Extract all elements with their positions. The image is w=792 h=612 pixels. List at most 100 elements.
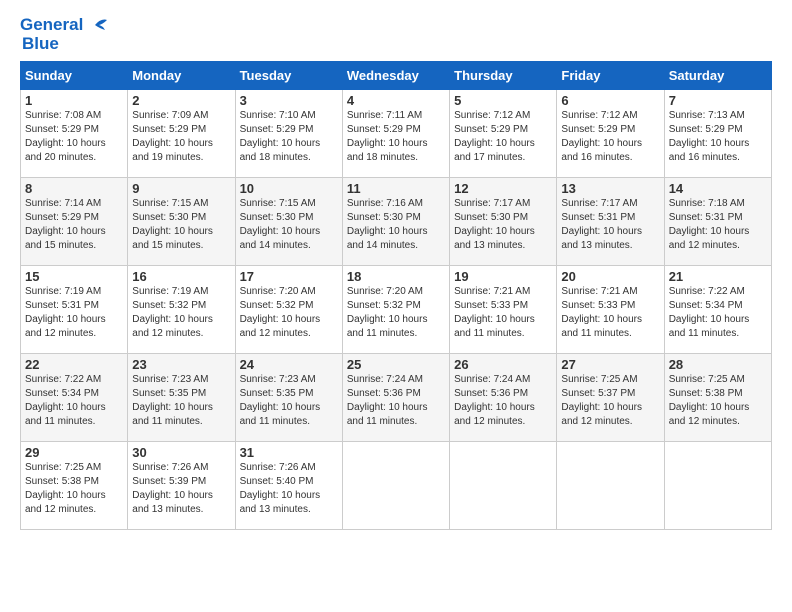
day-info: Sunrise: 7:21 AMSunset: 5:33 PMDaylight:…	[454, 286, 535, 339]
day-number: 16	[132, 269, 230, 284]
day-info: Sunrise: 7:08 AMSunset: 5:29 PMDaylight:…	[25, 110, 106, 163]
calendar-cell	[557, 442, 664, 530]
calendar-cell: 25 Sunrise: 7:24 AMSunset: 5:36 PMDaylig…	[342, 354, 449, 442]
day-info: Sunrise: 7:22 AMSunset: 5:34 PMDaylight:…	[25, 374, 106, 427]
day-info: Sunrise: 7:11 AMSunset: 5:29 PMDaylight:…	[347, 110, 428, 163]
calendar-week-5: 29 Sunrise: 7:25 AMSunset: 5:38 PMDaylig…	[21, 442, 772, 530]
day-number: 2	[132, 93, 230, 108]
day-number: 7	[669, 93, 767, 108]
calendar-cell: 26 Sunrise: 7:24 AMSunset: 5:36 PMDaylig…	[450, 354, 557, 442]
calendar-cell: 14 Sunrise: 7:18 AMSunset: 5:31 PMDaylig…	[664, 178, 771, 266]
day-info: Sunrise: 7:16 AMSunset: 5:30 PMDaylight:…	[347, 198, 428, 251]
col-header-friday: Friday	[557, 62, 664, 90]
day-number: 28	[669, 357, 767, 372]
day-info: Sunrise: 7:24 AMSunset: 5:36 PMDaylight:…	[347, 374, 428, 427]
day-number: 27	[561, 357, 659, 372]
calendar-cell: 5 Sunrise: 7:12 AMSunset: 5:29 PMDayligh…	[450, 90, 557, 178]
calendar-cell: 6 Sunrise: 7:12 AMSunset: 5:29 PMDayligh…	[557, 90, 664, 178]
logo-general: General	[20, 16, 83, 35]
day-number: 24	[240, 357, 338, 372]
day-info: Sunrise: 7:21 AMSunset: 5:33 PMDaylight:…	[561, 286, 642, 339]
day-info: Sunrise: 7:24 AMSunset: 5:36 PMDaylight:…	[454, 374, 535, 427]
calendar-week-3: 15 Sunrise: 7:19 AMSunset: 5:31 PMDaylig…	[21, 266, 772, 354]
day-number: 9	[132, 181, 230, 196]
day-number: 8	[25, 181, 123, 196]
day-number: 12	[454, 181, 552, 196]
day-info: Sunrise: 7:25 AMSunset: 5:38 PMDaylight:…	[25, 462, 106, 515]
calendar-cell: 31 Sunrise: 7:26 AMSunset: 5:40 PMDaylig…	[235, 442, 342, 530]
day-number: 10	[240, 181, 338, 196]
header: General Blue	[20, 16, 772, 53]
day-info: Sunrise: 7:22 AMSunset: 5:34 PMDaylight:…	[669, 286, 750, 339]
day-number: 17	[240, 269, 338, 284]
day-info: Sunrise: 7:23 AMSunset: 5:35 PMDaylight:…	[240, 374, 321, 427]
day-number: 21	[669, 269, 767, 284]
calendar-cell: 15 Sunrise: 7:19 AMSunset: 5:31 PMDaylig…	[21, 266, 128, 354]
calendar-cell: 24 Sunrise: 7:23 AMSunset: 5:35 PMDaylig…	[235, 354, 342, 442]
calendar-cell: 12 Sunrise: 7:17 AMSunset: 5:30 PMDaylig…	[450, 178, 557, 266]
calendar-cell: 3 Sunrise: 7:10 AMSunset: 5:29 PMDayligh…	[235, 90, 342, 178]
calendar-cell	[664, 442, 771, 530]
day-number: 22	[25, 357, 123, 372]
col-header-sunday: Sunday	[21, 62, 128, 90]
day-info: Sunrise: 7:15 AMSunset: 5:30 PMDaylight:…	[132, 198, 213, 251]
col-header-tuesday: Tuesday	[235, 62, 342, 90]
col-header-thursday: Thursday	[450, 62, 557, 90]
calendar-cell	[342, 442, 449, 530]
calendar-cell: 30 Sunrise: 7:26 AMSunset: 5:39 PMDaylig…	[128, 442, 235, 530]
calendar-cell: 2 Sunrise: 7:09 AMSunset: 5:29 PMDayligh…	[128, 90, 235, 178]
day-info: Sunrise: 7:20 AMSunset: 5:32 PMDaylight:…	[347, 286, 428, 339]
logo-blue: Blue	[22, 35, 107, 54]
day-info: Sunrise: 7:14 AMSunset: 5:29 PMDaylight:…	[25, 198, 106, 251]
calendar-cell: 4 Sunrise: 7:11 AMSunset: 5:29 PMDayligh…	[342, 90, 449, 178]
logo: General Blue	[20, 16, 107, 53]
day-number: 4	[347, 93, 445, 108]
day-number: 3	[240, 93, 338, 108]
calendar-cell: 8 Sunrise: 7:14 AMSunset: 5:29 PMDayligh…	[21, 178, 128, 266]
day-number: 31	[240, 445, 338, 460]
main-container: General Blue SundayMondayTuesdayWednesda…	[0, 0, 792, 540]
day-info: Sunrise: 7:10 AMSunset: 5:29 PMDaylight:…	[240, 110, 321, 163]
day-info: Sunrise: 7:26 AMSunset: 5:40 PMDaylight:…	[240, 462, 321, 515]
day-info: Sunrise: 7:15 AMSunset: 5:30 PMDaylight:…	[240, 198, 321, 251]
day-info: Sunrise: 7:12 AMSunset: 5:29 PMDaylight:…	[561, 110, 642, 163]
day-info: Sunrise: 7:17 AMSunset: 5:31 PMDaylight:…	[561, 198, 642, 251]
day-number: 25	[347, 357, 445, 372]
day-info: Sunrise: 7:19 AMSunset: 5:32 PMDaylight:…	[132, 286, 213, 339]
calendar-week-4: 22 Sunrise: 7:22 AMSunset: 5:34 PMDaylig…	[21, 354, 772, 442]
logo-bird-icon	[85, 16, 107, 34]
calendar-cell: 20 Sunrise: 7:21 AMSunset: 5:33 PMDaylig…	[557, 266, 664, 354]
day-info: Sunrise: 7:23 AMSunset: 5:35 PMDaylight:…	[132, 374, 213, 427]
calendar-cell: 19 Sunrise: 7:21 AMSunset: 5:33 PMDaylig…	[450, 266, 557, 354]
calendar-cell: 13 Sunrise: 7:17 AMSunset: 5:31 PMDaylig…	[557, 178, 664, 266]
day-number: 19	[454, 269, 552, 284]
calendar-cell: 9 Sunrise: 7:15 AMSunset: 5:30 PMDayligh…	[128, 178, 235, 266]
day-info: Sunrise: 7:20 AMSunset: 5:32 PMDaylight:…	[240, 286, 321, 339]
day-number: 29	[25, 445, 123, 460]
day-info: Sunrise: 7:13 AMSunset: 5:29 PMDaylight:…	[669, 110, 750, 163]
calendar-header-row: SundayMondayTuesdayWednesdayThursdayFrid…	[21, 62, 772, 90]
calendar-cell	[450, 442, 557, 530]
day-info: Sunrise: 7:12 AMSunset: 5:29 PMDaylight:…	[454, 110, 535, 163]
day-info: Sunrise: 7:25 AMSunset: 5:38 PMDaylight:…	[669, 374, 750, 427]
col-header-wednesday: Wednesday	[342, 62, 449, 90]
day-number: 26	[454, 357, 552, 372]
day-number: 14	[669, 181, 767, 196]
calendar-cell: 1 Sunrise: 7:08 AMSunset: 5:29 PMDayligh…	[21, 90, 128, 178]
day-info: Sunrise: 7:19 AMSunset: 5:31 PMDaylight:…	[25, 286, 106, 339]
col-header-saturday: Saturday	[664, 62, 771, 90]
day-number: 11	[347, 181, 445, 196]
day-number: 5	[454, 93, 552, 108]
day-info: Sunrise: 7:17 AMSunset: 5:30 PMDaylight:…	[454, 198, 535, 251]
calendar-cell: 29 Sunrise: 7:25 AMSunset: 5:38 PMDaylig…	[21, 442, 128, 530]
day-number: 20	[561, 269, 659, 284]
day-info: Sunrise: 7:09 AMSunset: 5:29 PMDaylight:…	[132, 110, 213, 163]
calendar-cell: 23 Sunrise: 7:23 AMSunset: 5:35 PMDaylig…	[128, 354, 235, 442]
day-number: 1	[25, 93, 123, 108]
calendar-week-2: 8 Sunrise: 7:14 AMSunset: 5:29 PMDayligh…	[21, 178, 772, 266]
day-info: Sunrise: 7:25 AMSunset: 5:37 PMDaylight:…	[561, 374, 642, 427]
day-number: 23	[132, 357, 230, 372]
calendar-cell: 7 Sunrise: 7:13 AMSunset: 5:29 PMDayligh…	[664, 90, 771, 178]
calendar-table: SundayMondayTuesdayWednesdayThursdayFrid…	[20, 61, 772, 530]
calendar-cell: 28 Sunrise: 7:25 AMSunset: 5:38 PMDaylig…	[664, 354, 771, 442]
